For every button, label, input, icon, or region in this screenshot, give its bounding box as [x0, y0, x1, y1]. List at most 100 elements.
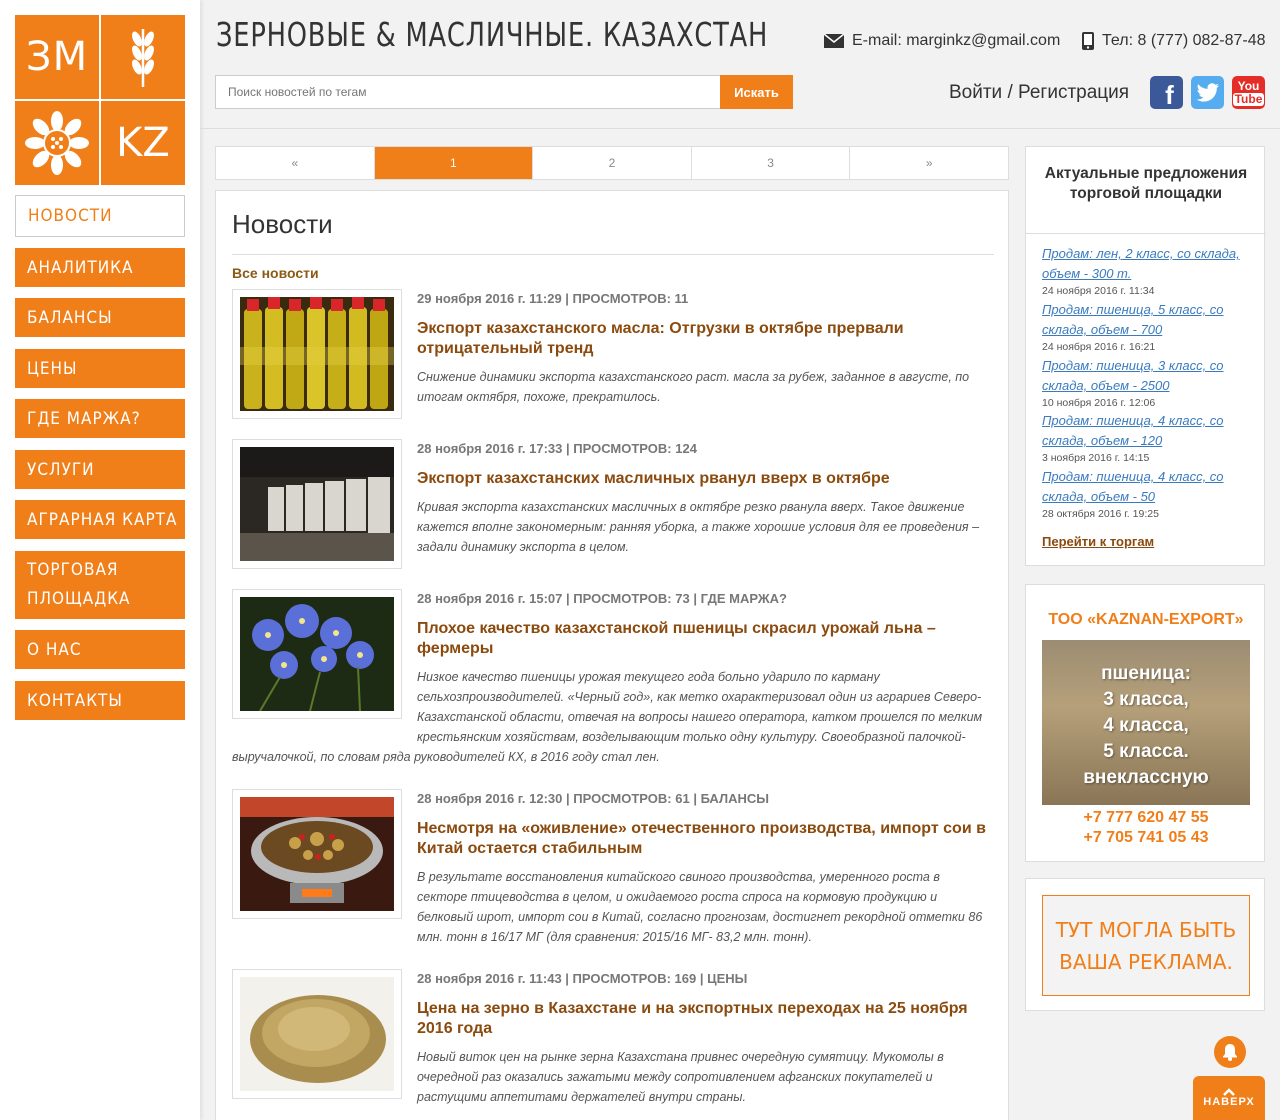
ad-line: пшеница:: [1101, 663, 1191, 684]
nav-balances[interactable]: Балансы: [15, 298, 185, 337]
news-excerpt: Кривая экспорта казахстанских масличных …: [417, 500, 980, 554]
email-contact[interactable]: E-mail: marginkz@gmail.com: [824, 32, 1060, 50]
chevron-up-icon: [1223, 1088, 1235, 1096]
nav-news[interactable]: Новости: [15, 195, 185, 237]
news-excerpt-continued: выручалочкой, по словам ряда руководител…: [232, 750, 660, 764]
nav-trade-platform[interactable]: Торговая площадка: [15, 551, 185, 619]
ad-company-name: ТОО «KAZNAN-EXPORT»: [1048, 611, 1244, 628]
nav-contacts[interactable]: Контакты: [15, 681, 185, 720]
ad-placeholder-panel: ТУТ МОГЛА БЫТЬ ВАША РЕКЛАМА.: [1025, 878, 1265, 1011]
phone-contact[interactable]: Тел: 8 (777) 082-87-48: [1082, 32, 1266, 50]
search-button[interactable]: Искать: [720, 75, 793, 109]
page-prev[interactable]: «: [216, 147, 375, 179]
offer-item: Продам: пшеница, 4 класс, со склада, объ…: [1042, 467, 1252, 521]
header-divider: [200, 128, 1280, 129]
title-divider: [232, 254, 994, 255]
news-item: 28 ноября 2016 г. 17:33 | ПРОСМОТРОВ: 12…: [232, 439, 994, 569]
page-next[interactable]: »: [850, 147, 1008, 179]
offers-title: Актуальные предложения торговой площадки: [1044, 165, 1248, 202]
ad-placeholder-line2: ВАША РЕКЛАМА.: [1059, 949, 1233, 974]
news-meta: 28 ноября 2016 г. 17:33 | ПРОСМОТРОВ: 12…: [417, 441, 697, 456]
ad-placeholder[interactable]: ТУТ МОГЛА БЫТЬ ВАША РЕКЛАМА.: [1042, 895, 1250, 996]
news-thumbnail[interactable]: [232, 439, 402, 569]
offers-divider: [1026, 233, 1266, 234]
news-thumbnail[interactable]: [232, 289, 402, 419]
phone-text: Тел: 8 (777) 082-87-48: [1102, 32, 1266, 49]
news-excerpt: Снижение динамики экспорта казахстанског…: [417, 370, 970, 404]
ad-line: 3 класса,: [1103, 689, 1189, 710]
email-text: E-mail: marginkz@gmail.com: [852, 32, 1061, 49]
logo-kz: KZ: [101, 101, 185, 185]
site-logo[interactable]: ЗМ KZ: [15, 15, 185, 185]
ad-phone-1: +7 777 620 47 55: [1083, 809, 1209, 826]
offer-item: Продам: пшеница, 5 класс, со склада, объ…: [1042, 300, 1252, 354]
news-headline[interactable]: Несмотря на «оживление» отечественного п…: [417, 819, 997, 859]
news-panel: Новости Все новости 29 ноября 2016 г. 11…: [215, 190, 1009, 1120]
news-thumbnail[interactable]: [232, 969, 402, 1099]
nav-agrarian-map[interactable]: Аграрная карта: [15, 500, 185, 539]
page-2[interactable]: 2: [533, 147, 692, 179]
page-3[interactable]: 3: [692, 147, 851, 179]
offer-date: 24 ноября 2016 г. 11:34: [1042, 285, 1155, 297]
news-excerpt: Низкое качество пшеницы урожая текущего …: [417, 670, 983, 744]
news-headline[interactable]: Экспорт казахстанских масличных рванул в…: [417, 469, 997, 489]
youtube-icon[interactable]: You Tube: [1232, 76, 1265, 109]
youtube-tube: Tube: [1232, 91, 1265, 106]
back-to-top-button[interactable]: НАВЕРХ: [1193, 1076, 1265, 1120]
news-thumbnail[interactable]: [232, 589, 402, 719]
news-thumbnail[interactable]: [232, 789, 402, 919]
go-to-trading-link[interactable]: Перейти к торгам: [1042, 534, 1154, 549]
logo-zm: ЗМ: [15, 15, 99, 99]
left-sidebar: ЗМ KZ НОВОСТИ АНАЛИТИКА БАЛАНСЫ ЦЕНЫ ГДЕ…: [0, 0, 200, 1120]
flax-flowers-image: [240, 597, 394, 712]
offer-item: Продам: пшеница, 4 класс, со склада, объ…: [1042, 411, 1252, 465]
pagination: « 1 2 3 »: [215, 146, 1009, 180]
back-to-top-label: НАВЕРХ: [1203, 1096, 1255, 1108]
ad-phone-2: +7 705 741 05 43: [1083, 829, 1209, 846]
nav-prices[interactable]: Цены: [15, 349, 185, 388]
notification-bell-icon[interactable]: [1214, 1036, 1246, 1068]
offer-link[interactable]: Продам: лен, 2 класс, со склада, объем -…: [1042, 244, 1252, 284]
ad-line: внеклассную: [1083, 767, 1209, 788]
news-headline[interactable]: Цена на зерно в Казахстане и на экспортн…: [417, 999, 997, 1039]
ad-products: пшеница: 3 класса, 4 класса, 5 класса. в…: [1042, 661, 1250, 791]
offer-link[interactable]: Продам: пшеница, 5 класс, со склада, объ…: [1042, 300, 1252, 340]
news-headline[interactable]: Плохое качество казахстанской пшеницы ск…: [417, 619, 997, 659]
twitter-icon[interactable]: [1191, 76, 1224, 109]
offer-date: 3 ноября 2016 г. 14:15: [1042, 452, 1150, 464]
page-1[interactable]: 1: [374, 147, 534, 179]
envelope-icon: [824, 34, 844, 48]
ad-line: 4 класса,: [1103, 715, 1189, 736]
kaznan-export-ad[interactable]: ТОО «KAZNAN-EXPORT» пшеница: 3 класса, 4…: [1025, 584, 1265, 862]
warehouse-bags-image: [240, 447, 394, 561]
ad-line: 5 класса.: [1103, 741, 1189, 762]
news-meta: 29 ноября 2016 г. 11:29 | ПРОСМОТРОВ: 11: [417, 291, 689, 306]
mobile-phone-icon: [1082, 32, 1094, 50]
all-news-link[interactable]: Все новости: [232, 265, 319, 281]
oil-bottles-image: [240, 297, 394, 411]
search-input[interactable]: [215, 75, 721, 109]
news-item: 29 ноября 2016 г. 11:29 | ПРОСМОТРОВ: 11…: [232, 289, 994, 419]
facebook-icon[interactable]: f: [1150, 76, 1183, 110]
news-excerpt: В результате восстановления китайского с…: [417, 870, 983, 944]
trade-offers-panel: Актуальные предложения торговой площадки…: [1025, 146, 1266, 566]
nav-where-margin[interactable]: Где маржа?: [15, 399, 185, 438]
offer-date: 24 ноября 2016 г. 16:21: [1042, 341, 1156, 353]
news-item: 28 ноября 2016 г. 15:07 | ПРОСМОТРОВ: 73…: [232, 589, 994, 769]
offer-item: Продам: лен, 2 класс, со склада, объем -…: [1042, 244, 1252, 298]
news-headline[interactable]: Экспорт казахстанского масла: Отгрузки в…: [417, 319, 997, 359]
youtube-you: You: [1237, 78, 1260, 93]
nav-about[interactable]: О нас: [15, 630, 185, 669]
news-meta: 28 ноября 2016 г. 12:30 | ПРОСМОТРОВ: 61…: [417, 791, 769, 806]
soy-dish-image: [240, 797, 394, 911]
offer-link[interactable]: Продам: пшеница, 3 класс, со склада, объ…: [1042, 356, 1252, 396]
news-meta: 28 ноября 2016 г. 15:07 | ПРОСМОТРОВ: 73…: [417, 591, 787, 606]
nav-analytics[interactable]: Аналитика: [15, 248, 185, 287]
offer-link[interactable]: Продам: пшеница, 4 класс, со склада, объ…: [1042, 411, 1252, 451]
nav-services[interactable]: Услуги: [15, 450, 185, 489]
login-register-link[interactable]: Войти / Регистрация: [949, 82, 1129, 104]
offer-date: 28 октября 2016 г. 19:25: [1042, 508, 1159, 520]
news-item: 28 ноября 2016 г. 12:30 | ПРОСМОТРОВ: 61…: [232, 789, 994, 949]
offer-link[interactable]: Продам: пшеница, 4 класс, со склада, объ…: [1042, 467, 1252, 507]
sunflower-icon: [15, 101, 99, 185]
